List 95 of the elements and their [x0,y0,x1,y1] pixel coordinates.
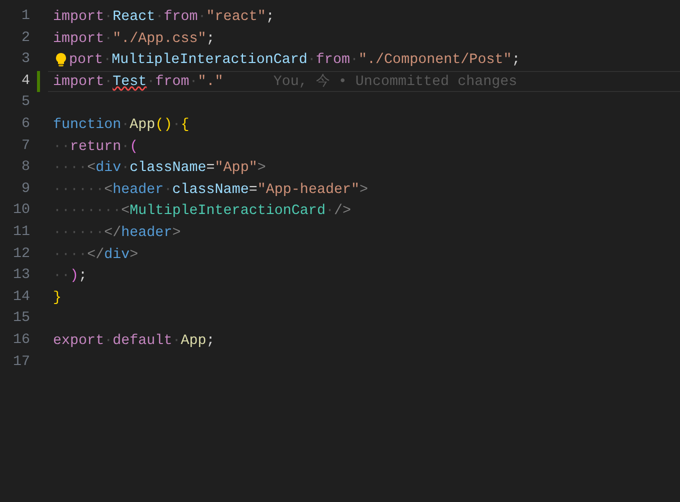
line-number: 17 [12,352,30,372]
code-token: > [130,246,138,264]
code-token: MultipleInteractionCard [130,202,326,221]
code-token: ; [206,332,215,350]
whitespace-marker: ······ [53,224,104,243]
code-token: ) [70,267,79,286]
whitespace-marker: ········ [53,202,122,221]
line-number: 9 [21,180,30,199]
code-token: MultipleInteractionCard [112,51,308,70]
code-token: ( [130,138,138,156]
code-token: } [53,288,62,308]
whitespace-marker: · [121,116,130,135]
code-token: App [130,116,156,135]
code-token: header [121,224,172,243]
code-token: ; [512,51,520,70]
whitespace-marker: · [198,8,206,27]
line-number: 15 [12,309,30,328]
whitespace-marker: · [172,116,181,135]
whitespace-marker: · [189,72,198,92]
line-number: 14 [12,288,30,307]
code-token: > [360,180,368,200]
code-token: port [69,51,104,70]
lightbulb-icon[interactable] [54,52,68,68]
code-token: function [53,116,122,135]
code-token: = [248,180,258,200]
whitespace-marker: · [155,8,164,27]
code-token: import [53,72,104,92]
line-number: 2 [21,28,30,48]
whitespace-marker: · [121,138,130,156]
code-token: ; [78,267,88,286]
git-blame-annotation: You, 今 • Uncommitted changes [273,72,518,92]
whitespace-marker: ·· [53,267,70,286]
code-token: from [155,72,190,92]
whitespace-marker: · [121,159,130,178]
code-token: from [164,8,198,27]
code-token: return [70,138,122,156]
line-number: 13 [12,266,30,286]
code-token: "./App.css" [112,30,206,48]
line-number: 1 [21,7,30,26]
whitespace-marker: · [104,332,113,350]
line-number: 7 [21,136,30,156]
code-token: < [87,159,96,178]
code-token: { [180,116,190,135]
whitespace-marker: · [307,51,316,70]
code-token: div [104,246,130,264]
code-token: Test [112,72,147,92]
code-token: "./Component/Post" [358,51,512,70]
line-number: 5 [21,93,30,112]
whitespace-marker: · [104,8,113,27]
code-token: < [121,202,130,221]
code-token: App [180,332,206,350]
code-token: header [112,180,164,200]
code-token: "App-header" [257,180,360,200]
line-number: 12 [12,244,30,264]
line-number: 4 [21,72,30,91]
code-token: < [104,180,113,200]
code-token: import [53,8,104,27]
code-token: </ [104,224,122,243]
line-number: 6 [21,114,30,134]
code-token: ; [206,30,215,48]
code-token: from [316,51,350,70]
whitespace-marker: · [146,72,156,92]
line-number: 8 [21,158,30,178]
code-token: /> [334,202,352,221]
code-token: div [96,159,122,178]
code-token: className [130,159,206,178]
code-token: "react" [206,8,266,27]
code-token: export [53,332,104,350]
whitespace-marker: ······ [53,180,104,200]
code-token: import [53,30,104,48]
whitespace-marker: · [350,51,358,70]
code-token: "App" [214,159,258,178]
line-number: 10 [12,201,30,220]
code-token: </ [87,246,104,264]
code-token: "." [198,72,224,92]
code-token: ; [266,8,274,27]
line-number: 3 [21,50,30,70]
code-token: > [172,224,181,243]
code-token: = [206,159,215,178]
whitespace-marker: · [104,30,113,48]
whitespace-marker: ···· [53,159,88,178]
whitespace-marker: · [103,51,112,70]
code-token: > [257,159,266,178]
line-number: 16 [12,330,30,350]
whitespace-marker: ·· [53,138,70,156]
line-number: 11 [12,222,30,242]
code-token: () [155,116,172,135]
code-token: className [172,180,249,200]
whitespace-marker: · [104,72,113,92]
whitespace-marker: · [325,202,334,221]
code-token: default [112,332,172,350]
whitespace-marker: ···· [53,246,88,264]
whitespace-marker: · [164,180,172,200]
code-token: React [112,8,156,27]
whitespace-marker: · [172,332,181,350]
